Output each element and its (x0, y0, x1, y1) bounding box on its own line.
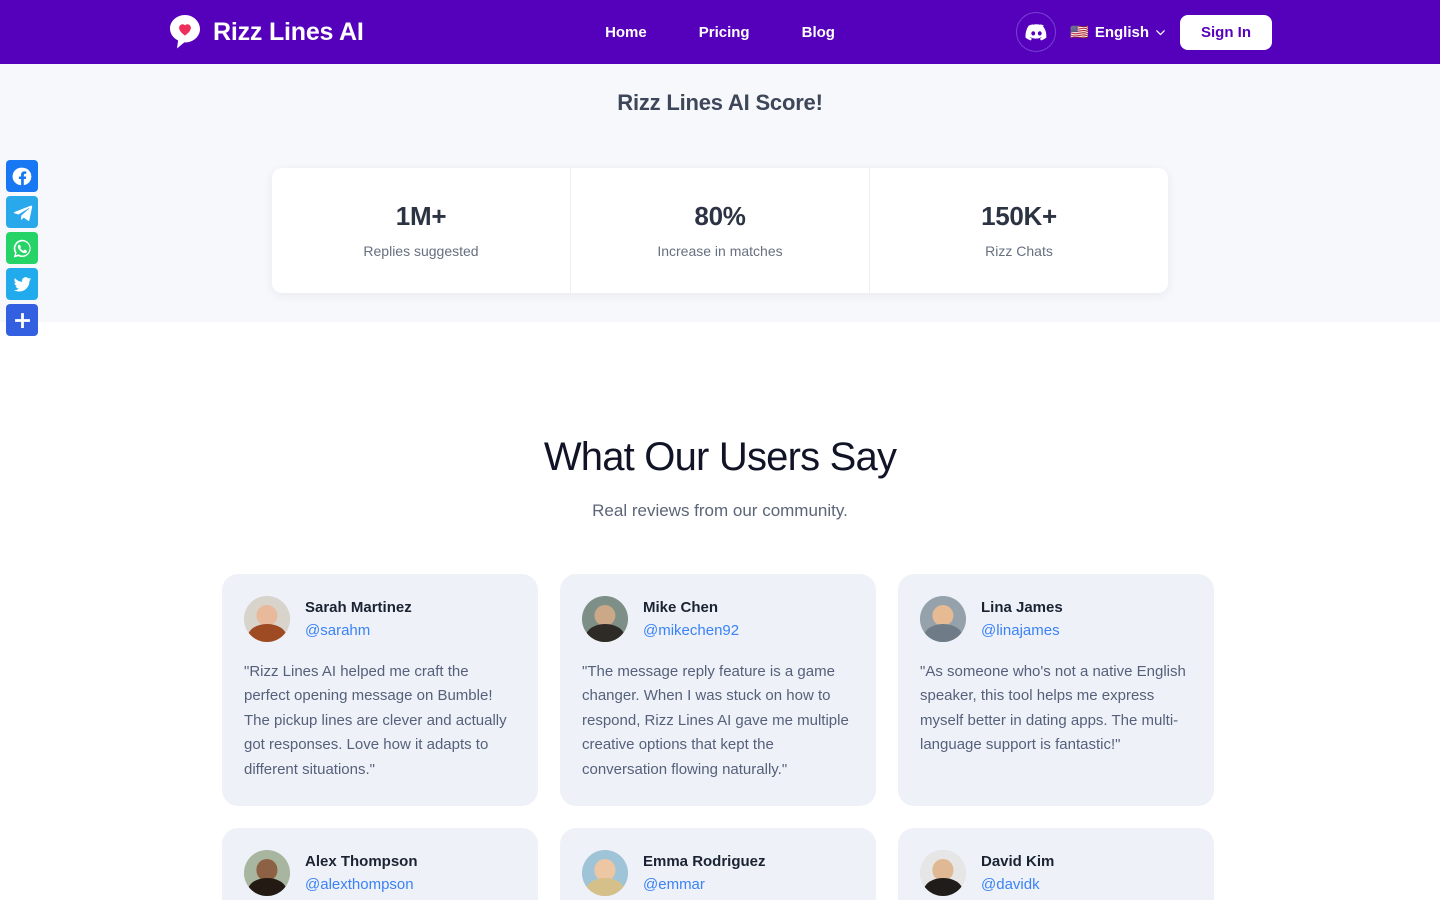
testimonials-grid: Sarah Martinez @sarahm "Rizz Lines AI he… (222, 574, 1218, 900)
testimonial-card: Sarah Martinez @sarahm "Rizz Lines AI he… (222, 574, 538, 807)
stat-replies-suggested: 1M+ Replies suggested (272, 168, 571, 293)
site-header: Rizz Lines AI Home Pricing Blog 🇺🇸 Engli… (0, 0, 1440, 64)
testimonial-handle[interactable]: @alexthompson (305, 876, 418, 893)
testimonial-text: "The message reply feature is a game cha… (582, 663, 849, 778)
testimonial-header: Alex Thompson @alexthompson (244, 850, 516, 897)
stat-value: 80% (694, 201, 746, 231)
us-flag-icon: 🇺🇸 (1070, 23, 1089, 41)
testimonial-header: Sarah Martinez @sarahm (244, 596, 516, 642)
testimonial-header: David Kim @davidk (920, 850, 1192, 897)
testimonial-name: Alex Thompson (305, 853, 418, 871)
discord-button[interactable] (1016, 12, 1057, 52)
testimonial-header: Lina James @linajames (920, 596, 1192, 642)
testimonial-text: "As someone who's not a native English s… (920, 663, 1186, 754)
testimonial-handle[interactable]: @emmar (643, 876, 766, 893)
language-label: English (1094, 23, 1149, 41)
stat-label: Increase in matches (657, 243, 783, 259)
testimonial-name: David Kim (981, 853, 1055, 871)
stat-value: 1M+ (395, 201, 447, 231)
stats-title: Rizz Lines AI Score! (617, 90, 823, 115)
testimonial-handle[interactable]: @sarahm (305, 622, 412, 639)
avatar (582, 596, 628, 642)
share-whatsapp-button[interactable] (6, 232, 38, 264)
testimonials-subtitle: Real reviews from our community. (592, 501, 848, 520)
stat-rizz-chats: 150K+ Rizz Chats (870, 168, 1168, 293)
header-actions: 🇺🇸 English Sign In (1016, 12, 1272, 52)
language-selector[interactable]: 🇺🇸 English (1070, 24, 1166, 41)
twitter-icon (12, 274, 33, 295)
avatar (920, 596, 966, 642)
telegram-icon (12, 202, 33, 223)
social-share-rail (6, 160, 38, 336)
stat-value: 150K+ (981, 201, 1057, 231)
testimonial-header: Mike Chen @mikechen92 (582, 596, 854, 642)
testimonial-card: Mike Chen @mikechen92 "The message reply… (560, 574, 876, 807)
nav-link-blog[interactable]: Blog (802, 24, 835, 41)
share-twitter-button[interactable] (6, 268, 38, 300)
testimonial-card: Alex Thompson @alexthompson (222, 828, 538, 900)
nav-link-home[interactable]: Home (605, 24, 647, 41)
testimonial-card: Emma Rodriguez @emmar (560, 828, 876, 900)
stat-label: Replies suggested (363, 243, 479, 259)
testimonial-handle[interactable]: @linajames (981, 622, 1063, 639)
avatar (920, 850, 966, 897)
testimonial-handle[interactable]: @davidk (981, 876, 1054, 893)
testimonial-text: "Rizz Lines AI helped me craft the perfe… (244, 663, 507, 778)
chevron-down-icon (1155, 27, 1166, 38)
avatar (582, 850, 628, 897)
testimonial-name: Emma Rodriguez (643, 853, 766, 871)
testimonial-name: Sarah Martinez (305, 599, 412, 617)
nav-link-pricing[interactable]: Pricing (699, 24, 750, 41)
plus-share-icon (12, 310, 33, 331)
discord-icon (1025, 21, 1048, 44)
avatar (244, 596, 290, 642)
stat-increase-in-matches: 80% Increase in matches (571, 168, 870, 293)
testimonial-header: Emma Rodriguez @emmar (582, 850, 854, 897)
stat-label: Rizz Chats (985, 243, 1053, 259)
testimonial-name: Lina James (981, 599, 1063, 617)
stats-section: Rizz Lines AI Score! 1M+ Replies suggest… (0, 64, 1440, 322)
facebook-icon (12, 166, 33, 187)
testimonial-handle[interactable]: @mikechen92 (643, 622, 739, 639)
stats-card: 1M+ Replies suggested 80% Increase in ma… (272, 168, 1168, 293)
share-facebook-button[interactable] (6, 160, 38, 192)
sign-in-button[interactable]: Sign In (1180, 14, 1272, 50)
testimonial-card: David Kim @davidk (898, 828, 1214, 900)
whatsapp-icon (12, 238, 33, 259)
testimonials-section: What Our Users Say Real reviews from our… (0, 322, 1440, 900)
share-more-button[interactable] (6, 304, 38, 336)
share-telegram-button[interactable] (6, 196, 38, 228)
testimonial-card: Lina James @linajames "As someone who's … (898, 574, 1214, 807)
testimonial-name: Mike Chen (643, 599, 719, 617)
avatar (244, 850, 290, 897)
page-title: What Our Users Say (543, 435, 897, 479)
